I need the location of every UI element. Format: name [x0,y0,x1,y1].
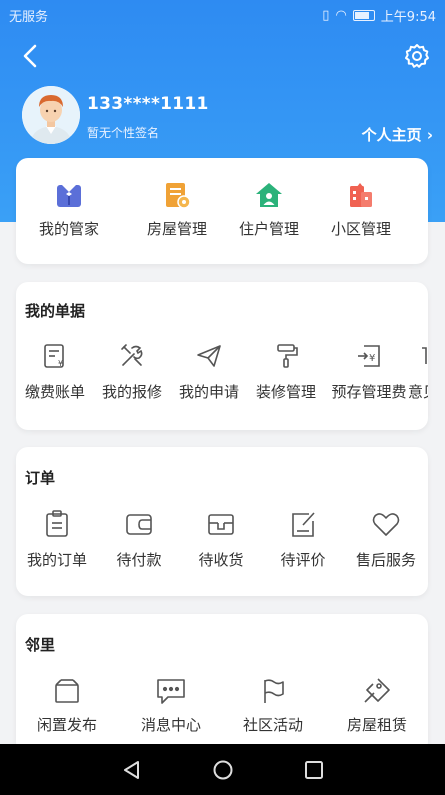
butler-icon [57,185,81,207]
quick-item-label: 小区管理 [330,220,391,238]
quick-item-label: 住户管理 [238,220,299,238]
vibrate-icon: ▯ [322,8,330,23]
bill-icon: ¥ [44,344,64,368]
bill-item-application[interactable]: 我的申请 [170,342,248,402]
gear-icon[interactable] [403,42,431,70]
neighbor-item-idle[interactable]: 闲置发布 [24,676,110,735]
section-title: 订单 [25,469,56,487]
neighbor-item-activity[interactable]: 社区活动 [230,676,316,735]
paper-plane-icon [197,345,221,367]
triangle-back-icon[interactable] [120,758,144,782]
box-icon [55,679,79,703]
package-icon [208,514,234,535]
order-item-label: 待评价 [280,551,326,569]
order-item-label: 售后服务 [355,551,416,569]
svg-text:¥: ¥ [369,353,375,364]
home-user-icon [256,183,282,207]
bill-item-label: 我的报修 [101,383,162,401]
neighbor-item-messages[interactable]: 消息中心 [128,676,214,735]
quick-item-butler[interactable]: 我的管家 [30,180,108,239]
quick-item-label: 房屋管理 [146,220,207,238]
order-item-review[interactable]: 待评价 [262,509,344,570]
bill-item-prepay[interactable]: ¥ 预存管理费 [324,342,414,402]
bill-item-label: 装修管理 [255,383,316,401]
bill-item-label: 意见 [408,383,428,401]
bill-item-payment[interactable]: ¥ 缴费账单 [16,342,94,402]
bill-item-label: 预存管理费 [331,383,407,401]
key-tag-icon [364,678,390,703]
homepage-label: 个人主页 [361,126,422,144]
neighbor-item-label: 闲置发布 [36,716,97,734]
order-item-label: 我的订单 [26,551,87,569]
paint-roller-icon [277,344,298,368]
bill-item-label: 我的申请 [178,383,239,401]
quick-item-resident[interactable]: 住户管理 [230,180,308,239]
order-item-aftersale[interactable]: 售后服务 [344,509,428,570]
clock-text: 上午9:54 [380,10,436,25]
quick-item-house[interactable]: 房屋管理 [138,180,216,239]
quick-menu-card: 我的管家 房屋管理 住户管理 小区管理 [16,158,428,264]
bill-item-label: 缴费账单 [24,383,85,401]
bill-item-feedback[interactable]: 意见 [408,342,428,402]
bill-item-decoration[interactable]: 装修管理 [248,342,324,402]
community-icon [350,183,372,207]
section-title: 我的单据 [25,302,86,320]
heart-icon [372,513,400,536]
flag-icon [264,679,284,703]
neighbor-item-label: 社区活动 [242,716,303,734]
order-item-all[interactable]: 我的订单 [16,509,98,570]
square-recent-icon[interactable] [302,758,326,782]
wallet-icon [126,514,152,535]
quick-item-label: 我的管家 [38,220,99,238]
order-item-receive[interactable]: 待收货 [180,509,262,570]
prepay-icon: ¥ [358,345,380,367]
user-phone: 133****1111 [87,94,209,114]
neighbor-item-rental[interactable]: 房屋租赁 [334,676,420,735]
user-signature: 暂无个性签名 [87,126,160,140]
order-item-label: 待付款 [116,551,162,569]
more-icon [422,347,427,364]
avatar[interactable] [22,86,80,144]
chevron-left-icon[interactable] [18,42,44,70]
neighbor-card: 邻里 闲置发布 消息中心 社区活动 房屋租赁 [16,614,428,754]
repair-tools-icon [121,344,143,366]
order-item-unpaid[interactable]: 待付款 [98,509,180,570]
svg-text:¥: ¥ [58,359,63,368]
clipboard-icon [46,510,68,537]
circle-home-icon[interactable] [211,758,235,782]
section-title: 邻里 [25,636,56,654]
order-item-label: 待收货 [198,551,244,569]
review-edit-icon [292,512,315,537]
carrier-text: 无服务 [9,10,49,25]
house-doc-icon [166,183,191,209]
quick-item-community[interactable]: 小区管理 [322,180,400,239]
battery-icon [352,10,375,21]
orders-card: 订单 我的订单 待付款 待收货 待评价 售后服务 [16,447,428,596]
chat-bubble-icon [157,679,185,704]
system-nav-bar [0,744,445,795]
bill-item-repair[interactable]: 我的报修 [94,342,170,402]
wifi-icon: ◠ [335,8,347,23]
neighbor-item-label: 房屋租赁 [346,716,407,734]
personal-homepage-link[interactable]: 个人主页 › [362,124,433,145]
chevron-right-icon: › [426,126,433,144]
bills-card: 我的单据 ¥ 缴费账单 我的报修 我的申请 装修管理 ¥ 预存管理费 意 [16,282,428,430]
neighbor-item-label: 消息中心 [140,716,201,734]
status-bar: 无服务 ▯ ◠ 上午9:54 [0,0,445,28]
